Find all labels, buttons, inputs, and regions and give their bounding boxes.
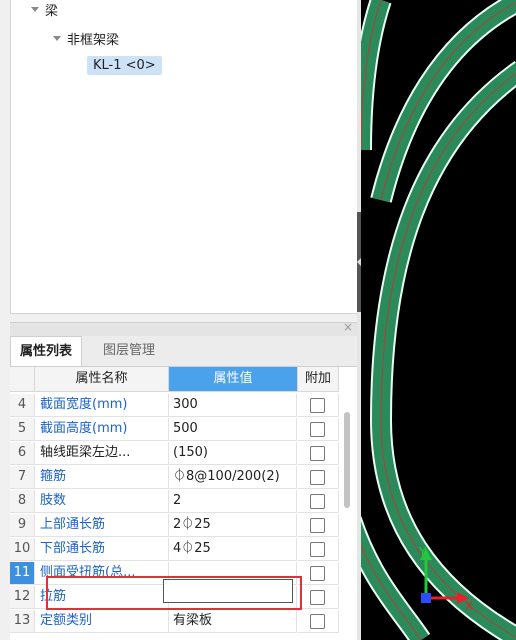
scrollbar-thumb[interactable]: [344, 412, 350, 508]
property-value[interactable]: 2: [169, 490, 297, 513]
table-row[interactable]: 4 截面宽度(mm) 300: [10, 394, 340, 417]
header-extra[interactable]: 附加: [298, 367, 339, 392]
component-tree: 梁 非框架梁 KL-1 <0>: [10, 0, 359, 314]
tree-node-beam[interactable]: 梁: [31, 0, 58, 19]
caret-down-icon[interactable]: [31, 7, 39, 12]
row-number: 13: [10, 610, 35, 633]
property-name[interactable]: 截面高度(mm): [35, 418, 169, 441]
extra-checkbox[interactable]: [310, 518, 325, 533]
table-row[interactable]: 8 肢数 2: [10, 490, 340, 513]
table-row[interactable]: 10 下部通长筋 4⏀25: [10, 538, 340, 561]
header-row-number: [10, 367, 35, 392]
extra-cell: [298, 418, 339, 441]
extra-checkbox[interactable]: [310, 542, 325, 557]
tab-property-list[interactable]: 属性列表: [10, 336, 83, 366]
tree-node-non-frame-beam[interactable]: 非框架梁: [53, 29, 119, 48]
tree-node-label: 非框架梁: [67, 33, 120, 48]
caret-down-icon[interactable]: [53, 36, 61, 41]
extra-checkbox[interactable]: [310, 494, 325, 509]
property-value[interactable]: 500: [169, 418, 297, 441]
table-row[interactable]: 6 轴线距梁左边... (150): [10, 442, 340, 465]
origin-marker: [421, 593, 431, 603]
extra-checkbox[interactable]: [310, 422, 325, 437]
table-row[interactable]: 9 上部通长筋 2⏀25: [10, 514, 340, 537]
panel-tabs: 属性列表 图层管理: [10, 336, 357, 367]
grid-scrollbar[interactable]: [342, 406, 352, 640]
extra-checkbox[interactable]: [310, 398, 325, 413]
property-name[interactable]: 肢数: [35, 490, 169, 513]
property-value[interactable]: 2⏀25: [169, 514, 297, 537]
extra-checkbox[interactable]: [310, 590, 325, 605]
row-number: 9: [10, 514, 35, 537]
property-name[interactable]: 下部通长筋: [35, 538, 169, 561]
property-value[interactable]: 300: [169, 394, 297, 417]
left-panel: 梁 非框架梁 KL-1 <0> × 属性列表 图层管理 属性名称 属性值 附加 …: [0, 0, 359, 640]
grid-header: 属性名称 属性值 附加: [10, 367, 340, 392]
row-number: 7: [10, 466, 35, 489]
canvas-drawing: Y X: [361, 0, 516, 640]
extra-cell: [298, 538, 339, 561]
extra-cell: [298, 490, 339, 513]
tree-node-label: 梁: [45, 4, 59, 19]
panel-title-bar: ×: [10, 320, 357, 336]
property-name[interactable]: 轴线距梁左边...: [35, 442, 169, 465]
row-number: 11: [10, 562, 35, 585]
property-value[interactable]: 有梁板: [169, 610, 297, 633]
header-value[interactable]: 属性值: [169, 367, 298, 392]
close-icon[interactable]: ×: [343, 320, 353, 334]
extra-cell: [298, 514, 339, 537]
row-number: 6: [10, 442, 35, 465]
x-axis-label: X: [465, 599, 473, 613]
extra-checkbox[interactable]: [310, 566, 325, 581]
row-number: 4: [10, 394, 35, 417]
table-row[interactable]: 13 定额类别 有梁板: [10, 610, 340, 633]
extra-cell: [298, 586, 339, 609]
y-axis-label: Y: [418, 545, 427, 559]
row-number: 5: [10, 418, 35, 441]
extra-checkbox[interactable]: [310, 446, 325, 461]
row-number: 10: [10, 538, 35, 561]
extra-cell: [298, 610, 339, 633]
property-value[interactable]: 4⏀25: [169, 538, 297, 561]
extra-cell: [298, 442, 339, 465]
table-row[interactable]: 5 截面高度(mm) 500: [10, 418, 340, 441]
highlight-box: [46, 576, 302, 610]
header-name[interactable]: 属性名称: [35, 367, 169, 392]
extra-cell: [298, 394, 339, 417]
extra-checkbox[interactable]: [310, 614, 325, 629]
extra-checkbox[interactable]: [310, 470, 325, 485]
tab-layer-management[interactable]: 图层管理: [94, 336, 164, 365]
row-number: 12: [10, 586, 35, 609]
extra-cell: [298, 562, 339, 585]
row-number: 8: [10, 490, 35, 513]
property-name[interactable]: 上部通长筋: [35, 514, 169, 537]
drawing-canvas[interactable]: Y X: [361, 0, 516, 640]
tree-node-label: KL-1 <0>: [93, 58, 156, 73]
extra-cell: [298, 466, 339, 489]
property-name[interactable]: 定额类别: [35, 610, 169, 633]
property-name[interactable]: 箍筋: [35, 466, 169, 489]
property-value[interactable]: ⏀8@100/200(2): [169, 466, 297, 489]
property-name[interactable]: 截面宽度(mm): [35, 394, 169, 417]
table-row[interactable]: 7 箍筋 ⏀8@100/200(2): [10, 466, 340, 489]
property-value[interactable]: (150): [169, 442, 297, 465]
tree-node-kl1[interactable]: KL-1 <0>: [87, 56, 162, 75]
